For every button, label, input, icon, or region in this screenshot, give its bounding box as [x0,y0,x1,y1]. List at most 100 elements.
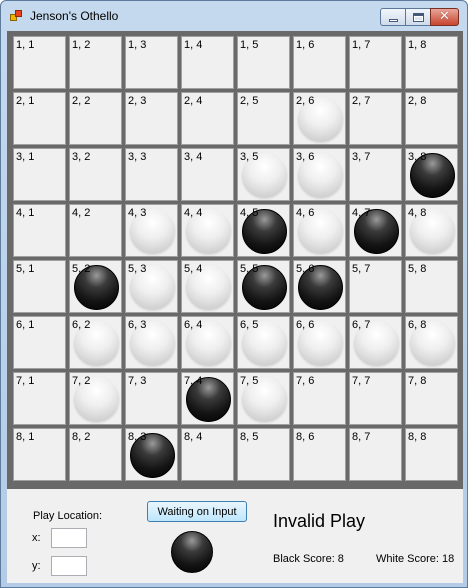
board-cell[interactable]: 3, 6 [293,148,346,201]
board-cell[interactable]: 5, 2 [69,260,122,313]
board-cell[interactable]: 4, 2 [69,204,122,257]
cell-label: 5, 4 [184,263,203,275]
board-cell[interactable]: 7, 6 [293,372,346,425]
board-cell[interactable]: 2, 4 [181,92,234,145]
cell-label: 1, 1 [16,39,35,51]
board-cell[interactable]: 5, 5 [237,260,290,313]
cell-label: 4, 8 [408,207,427,219]
board-cell[interactable]: 2, 6 [293,92,346,145]
status-message: Invalid Play [273,511,366,531]
board-cell[interactable]: 1, 5 [237,36,290,89]
board-cell[interactable]: 3, 8 [405,148,458,201]
title-bar[interactable]: Jenson's Othello ✕ [1,1,467,31]
board-cell[interactable]: 5, 3 [125,260,178,313]
cell-label: 6, 8 [408,319,427,331]
board-cell[interactable]: 8, 7 [349,428,402,481]
cell-label: 6, 2 [72,319,91,331]
board-cell[interactable]: 2, 1 [13,92,66,145]
board-cell[interactable]: 3, 4 [181,148,234,201]
cell-label: 2, 4 [184,95,203,107]
board-cell[interactable]: 8, 1 [13,428,66,481]
board-cell[interactable]: 4, 4 [181,204,234,257]
board-cell[interactable]: 6, 3 [125,316,178,369]
board-cell[interactable]: 1, 6 [293,36,346,89]
board-cell[interactable]: 3, 3 [125,148,178,201]
cell-label: 5, 2 [72,263,91,275]
board-cell[interactable]: 8, 6 [293,428,346,481]
board-cell[interactable]: 6, 5 [237,316,290,369]
board-cell[interactable]: 2, 3 [125,92,178,145]
board-cell[interactable]: 7, 1 [13,372,66,425]
board-cell[interactable]: 1, 8 [405,36,458,89]
cell-label: 4, 2 [72,207,91,219]
cell-label: 8, 8 [408,431,427,443]
board-cell[interactable]: 8, 5 [237,428,290,481]
cell-label: 1, 2 [72,39,91,51]
board-cell[interactable]: 3, 7 [349,148,402,201]
board-cell[interactable]: 7, 7 [349,372,402,425]
board-cell[interactable]: 7, 3 [125,372,178,425]
board-cell[interactable]: 8, 2 [69,428,122,481]
board-cell[interactable]: 3, 1 [13,148,66,201]
x-input[interactable] [51,528,87,548]
board-cell[interactable]: 7, 8 [405,372,458,425]
othello-board: 1, 1 1, 2 1, 3 1, 4 1, 5 1, 6 1, 7 1, 8 2, 1 2, 2… [7,31,463,489]
board-cell[interactable]: 2, 8 [405,92,458,145]
cell-label: 1, 3 [128,39,147,51]
board-cell[interactable]: 1, 2 [69,36,122,89]
maximize-button[interactable] [405,8,431,26]
board-cell[interactable]: 5, 1 [13,260,66,313]
board-cell[interactable]: 5, 7 [349,260,402,313]
board-cell[interactable]: 8, 4 [181,428,234,481]
board-cell[interactable]: 6, 2 [69,316,122,369]
cell-label: 4, 7 [352,207,371,219]
cell-label: 2, 1 [16,95,35,107]
cell-label: 7, 4 [184,375,203,387]
cell-label: 6, 4 [184,319,203,331]
minimize-button[interactable] [380,8,406,26]
board-cell[interactable]: 8, 8 [405,428,458,481]
waiting-on-input-button[interactable]: Waiting on Input [147,501,247,522]
board-cell[interactable]: 2, 7 [349,92,402,145]
board-cell[interactable]: 7, 2 [69,372,122,425]
cell-label: 8, 3 [128,431,147,443]
board-cell[interactable]: 4, 7 [349,204,402,257]
board-cell[interactable]: 5, 6 [293,260,346,313]
y-input[interactable] [51,556,87,576]
cell-label: 8, 6 [296,431,315,443]
cell-label: 8, 1 [16,431,35,443]
board-cell[interactable]: 4, 6 [293,204,346,257]
board-cell[interactable]: 4, 3 [125,204,178,257]
board-cell[interactable]: 7, 4 [181,372,234,425]
cell-label: 1, 5 [240,39,259,51]
board-cell[interactable]: 6, 8 [405,316,458,369]
board-cell[interactable]: 1, 4 [181,36,234,89]
board-cell[interactable]: 5, 4 [181,260,234,313]
cell-label: 8, 7 [352,431,371,443]
cell-label: 5, 7 [352,263,371,275]
board-cell[interactable]: 6, 1 [13,316,66,369]
cell-label: 6, 1 [16,319,35,331]
cell-label: 6, 6 [296,319,315,331]
board-cell[interactable]: 1, 1 [13,36,66,89]
board-cell[interactable]: 1, 3 [125,36,178,89]
cell-label: 3, 6 [296,151,315,163]
board-cell[interactable]: 6, 7 [349,316,402,369]
board-cell[interactable]: 8, 3 [125,428,178,481]
board-cell[interactable]: 1, 7 [349,36,402,89]
app-icon [10,10,24,22]
board-cell[interactable]: 4, 5 [237,204,290,257]
board-cell[interactable]: 3, 2 [69,148,122,201]
cell-label: 2, 2 [72,95,91,107]
board-cell[interactable]: 5, 8 [405,260,458,313]
close-button[interactable]: ✕ [430,8,459,26]
board-cell[interactable]: 3, 5 [237,148,290,201]
board-cell[interactable]: 2, 2 [69,92,122,145]
cell-label: 2, 6 [296,95,315,107]
board-cell[interactable]: 6, 6 [293,316,346,369]
board-cell[interactable]: 4, 8 [405,204,458,257]
board-cell[interactable]: 2, 5 [237,92,290,145]
board-cell[interactable]: 7, 5 [237,372,290,425]
board-cell[interactable]: 6, 4 [181,316,234,369]
board-cell[interactable]: 4, 1 [13,204,66,257]
